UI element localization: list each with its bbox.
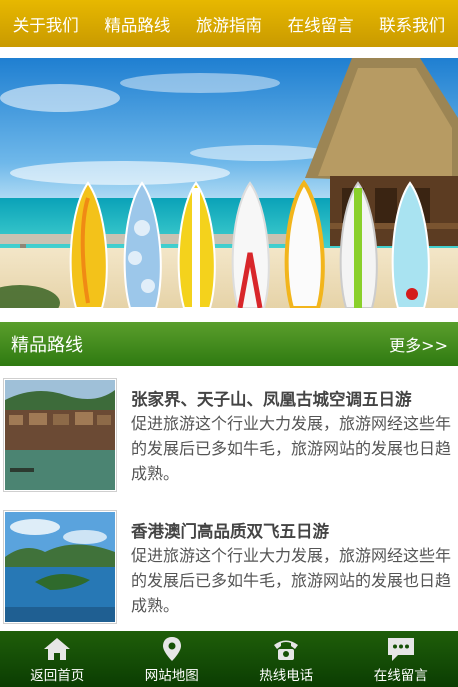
route-title[interactable]: 香港澳门高品质双飞五日游 <box>131 518 329 542</box>
route-thumbnail[interactable] <box>3 378 117 492</box>
more-link[interactable]: 更多>> <box>389 332 448 356</box>
bottom-nav-sitemap[interactable]: 网站地图 <box>115 631 230 687</box>
bottom-nav-label: 返回首页 <box>30 668 85 684</box>
route-thumbnail[interactable] <box>3 510 117 624</box>
bottom-nav-home[interactable]: 返回首页 <box>0 631 115 687</box>
nav-contact[interactable]: 联系我们 <box>379 12 445 36</box>
bottom-nav-label: 热线电话 <box>259 668 314 684</box>
home-icon <box>44 638 71 660</box>
message-icon <box>387 638 414 661</box>
route-description: 促进旅游这个行业大力发展，旅游网经这些年的发展后已多如牛毛，旅游网站的发展也日趋… <box>131 546 452 615</box>
route-item[interactable]: 张家界、天子山、凤凰古城空调五日游 促进旅游这个行业大力发展，旅游网经这些年的发… <box>3 378 453 498</box>
route-title[interactable]: 张家界、天子山、凤凰古城空调五日游 <box>131 386 412 410</box>
map-pin-icon <box>162 637 181 661</box>
section-header: 精品路线 更多>> <box>0 322 458 366</box>
phone-icon <box>274 640 299 660</box>
nav-message[interactable]: 在线留言 <box>288 12 354 36</box>
bottom-nav-message[interactable]: 在线留言 <box>344 631 458 687</box>
nav-guide[interactable]: 旅游指南 <box>196 12 262 36</box>
route-item[interactable]: 香港澳门高品质双飞五日游 促进旅游这个行业大力发展，旅游网经这些年的发展后已多如… <box>3 510 453 630</box>
section-title: 精品路线 <box>11 335 83 356</box>
bottom-nav-label: 网站地图 <box>144 668 199 684</box>
nav-about[interactable]: 关于我们 <box>13 12 79 36</box>
route-description: 促进旅游这个行业大力发展，旅游网经这些年的发展后已多如牛毛，旅游网站的发展也日趋… <box>131 414 452 483</box>
bottom-nav-label: 在线留言 <box>373 668 428 684</box>
bottom-nav: 返回首页 网站地图 热线电话 在线留言 <box>0 631 458 687</box>
nav-routes[interactable]: 精品路线 <box>104 12 170 36</box>
top-nav: 关于我们 精品路线 旅游指南 在线留言 联系我们 <box>0 0 458 47</box>
banner-image[interactable] <box>0 58 458 308</box>
bottom-nav-hotline[interactable]: 热线电话 <box>229 631 344 687</box>
